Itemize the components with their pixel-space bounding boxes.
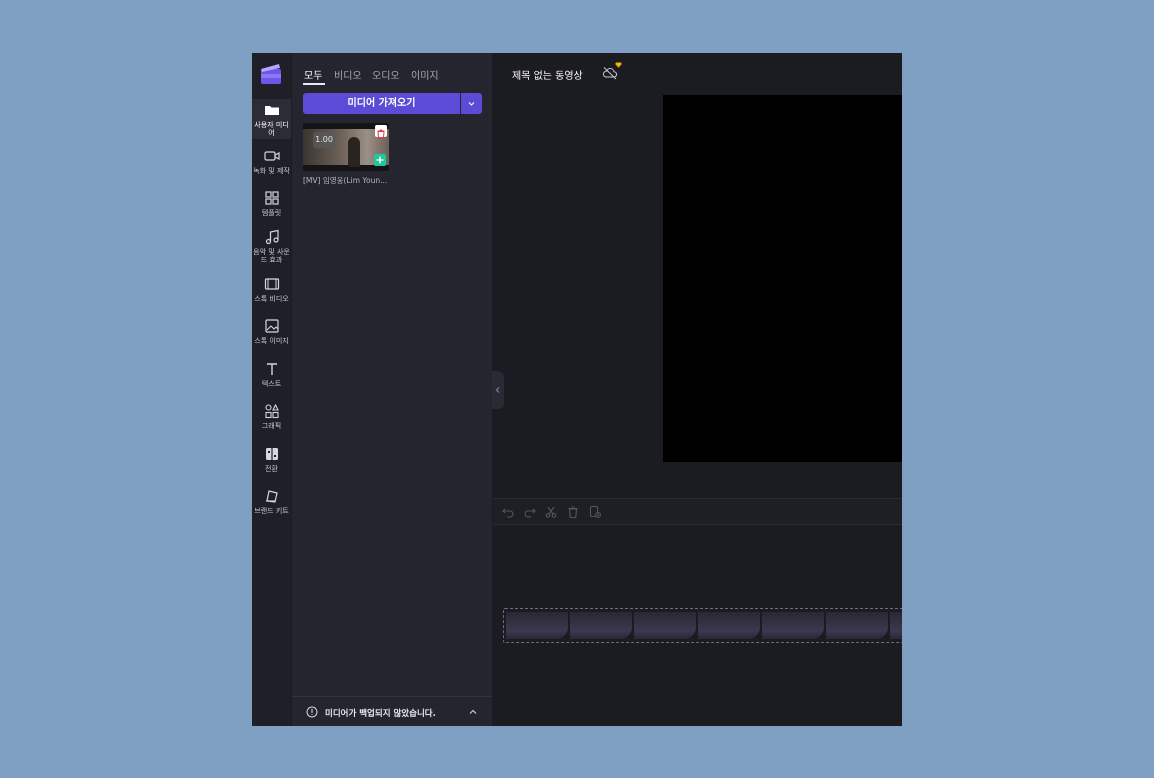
delete-media-button[interactable] — [375, 125, 387, 139]
nav-label: 그래픽 — [261, 422, 282, 430]
plus-icon — [376, 156, 384, 164]
editor-window: 사용자 미디어 녹화 및 제작 템플릿 음악 및 사운드 효과 스톡 비디오 스… — [252, 53, 902, 726]
nav-item-music[interactable]: 음악 및 사운드 효과 — [252, 229, 291, 264]
nav-item-stock-video[interactable]: 스톡 비디오 — [252, 276, 291, 303]
timeline-drop-zone[interactable] — [503, 608, 902, 643]
nav-rail: 사용자 미디어 녹화 및 제작 템플릿 음악 및 사운드 효과 스톡 비디오 스… — [252, 53, 291, 726]
tab-audio[interactable]: 오디오 — [372, 67, 400, 82]
media-duration-badge: 1.00 — [313, 132, 335, 148]
media-thumbnail[interactable]: 1.00 — [303, 123, 389, 171]
nav-item-record[interactable]: 녹화 및 제작 — [252, 148, 291, 175]
timeline-toolbar — [493, 498, 902, 525]
nav-item-graphics[interactable]: 그래픽 — [252, 403, 291, 430]
text-icon — [266, 363, 277, 375]
thumbnail-figure — [348, 137, 360, 167]
backup-message: 미디어가 백업되지 않았습니다. — [325, 709, 436, 719]
undo-icon[interactable] — [501, 505, 515, 519]
placeholder-frame — [634, 612, 696, 639]
tab-image[interactable]: 이미지 — [411, 67, 439, 82]
tab-all[interactable]: 모두 — [304, 67, 322, 82]
add-to-timeline-button[interactable] — [374, 154, 386, 166]
nav-label: 녹화 및 제작 — [253, 167, 290, 175]
nav-label: 스톡 비디오 — [254, 295, 289, 303]
placeholder-frame — [570, 612, 632, 639]
nav-label: 음악 및 사운드 효과 — [253, 248, 290, 264]
scissors-icon[interactable] — [544, 505, 558, 519]
nav-item-templates[interactable]: 템플릿 — [252, 190, 291, 217]
brand-kit-icon — [265, 490, 278, 503]
film-icon — [264, 278, 279, 290]
video-preview-canvas[interactable] — [663, 95, 902, 462]
media-panel: 모두 비디오 오디오 이미지 미디어 가져오기 1.00 [MV] 임영웅(Li… — [292, 53, 492, 726]
nav-label: 텍스트 — [261, 380, 282, 388]
tab-video[interactable]: 비디오 — [334, 67, 362, 82]
image-icon — [264, 319, 279, 333]
nav-label: 브랜드 키트 — [254, 507, 289, 515]
chevron-left-icon — [495, 387, 500, 393]
video-camera-icon — [263, 151, 280, 161]
nav-label: 템플릿 — [261, 209, 282, 217]
placeholder-frame — [506, 612, 568, 639]
timeline-area — [493, 525, 902, 726]
transition-icon — [265, 448, 278, 460]
cloud-off-icon[interactable] — [602, 66, 618, 80]
template-grid-icon — [264, 191, 279, 205]
nav-item-transitions[interactable]: 전환 — [252, 446, 291, 473]
redo-icon[interactable] — [523, 505, 537, 519]
nav-item-text[interactable]: 텍스트 — [252, 361, 291, 388]
nav-label: 전환 — [265, 465, 278, 473]
import-options-dropdown[interactable] — [461, 93, 482, 114]
app-logo-icon[interactable] — [260, 63, 282, 85]
nav-label: 사용자 미디어 — [254, 121, 289, 137]
duplicate-icon[interactable] — [588, 505, 602, 519]
main-area: 제목 없는 동영상 — [493, 53, 902, 726]
nav-item-brand-kit[interactable]: 브랜드 키트 — [252, 488, 291, 515]
active-tab-indicator — [303, 83, 325, 85]
chevron-up-icon[interactable] — [468, 707, 478, 717]
nav-item-stock-image[interactable]: 스톡 이미지 — [252, 318, 291, 345]
import-media-button[interactable]: 미디어 가져오기 — [303, 93, 460, 114]
placeholder-frame — [826, 612, 888, 639]
info-circle-icon — [306, 706, 318, 718]
project-title[interactable]: 제목 없는 동영상 — [512, 67, 583, 82]
collapse-panel-button[interactable] — [492, 371, 504, 409]
folder-icon — [264, 106, 279, 115]
music-note-icon — [265, 229, 279, 245]
placeholder-frame — [698, 612, 760, 639]
trash-icon — [377, 129, 385, 139]
placeholder-frame — [762, 612, 824, 639]
premium-diamond-icon — [615, 62, 622, 68]
chevron-down-icon — [468, 102, 475, 106]
nav-item-user-media[interactable]: 사용자 미디어 — [252, 99, 291, 139]
shapes-icon — [264, 403, 279, 419]
backup-notice-bar[interactable]: 미디어가 백업되지 않았습니다. — [292, 696, 492, 726]
trash-icon[interactable] — [566, 505, 580, 519]
media-file-name: [MV] 임영웅(Lim Youn... — [303, 176, 388, 185]
placeholder-frame — [890, 612, 902, 639]
nav-label: 스톡 이미지 — [254, 337, 289, 345]
